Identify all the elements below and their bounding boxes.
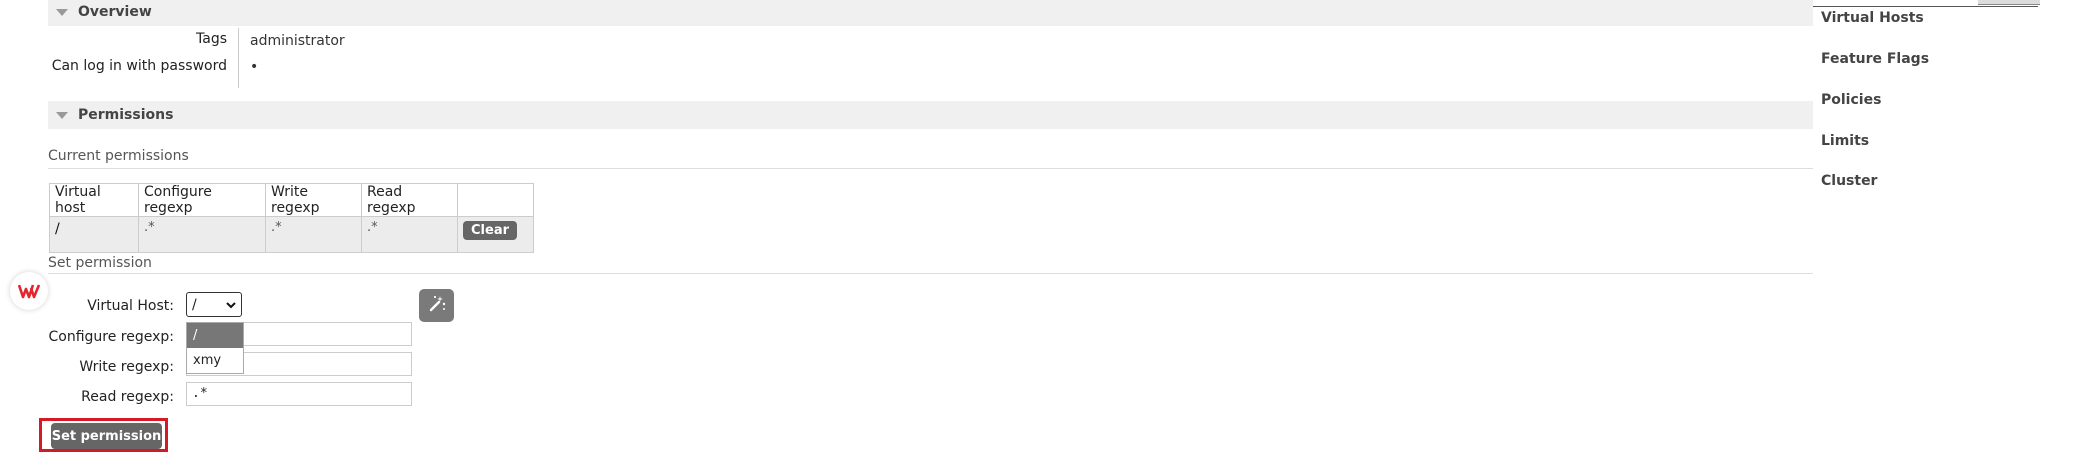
top-right-button[interactable] <box>1978 0 2040 5</box>
chevron-down-icon <box>226 297 236 313</box>
password-label: Can log in with password <box>51 58 227 74</box>
table-header-row: Virtual host Configure regexp Write rege… <box>49 183 534 217</box>
set-permission-highlight: Set permission <box>39 418 168 452</box>
tags-value: administrator <box>250 33 345 49</box>
sidebar-item-policies[interactable]: Policies <box>1821 92 1881 108</box>
write-regexp-label: Write regexp: <box>79 359 174 375</box>
vhost-label: Virtual Host: <box>87 298 174 314</box>
cell-virtual-host: / <box>49 216 139 253</box>
permissions-section-header[interactable]: Permissions <box>48 101 1813 129</box>
password-value: • <box>250 59 259 75</box>
sidebar-item-cluster[interactable]: Cluster <box>1821 173 1877 189</box>
cell-write-regexp: .* <box>265 216 362 253</box>
header-virtual-host: Virtual host <box>49 183 139 217</box>
cell-actions: Clear <box>457 216 534 253</box>
wps-logo-icon[interactable] <box>10 272 48 310</box>
configure-regexp-label: Configure regexp: <box>48 329 174 345</box>
sidebar-item-limits[interactable]: Limits <box>1821 133 1869 149</box>
header-configure-regexp: Configure regexp <box>138 183 266 217</box>
overview-separator <box>238 28 239 88</box>
overview-section-header[interactable]: Overview <box>48 0 1813 26</box>
vhost-option[interactable]: / <box>187 323 243 348</box>
magic-wand-button[interactable] <box>419 289 454 322</box>
triangle-down-icon <box>56 8 68 16</box>
tags-label: Tags <box>196 31 227 47</box>
current-permissions-title: Current permissions <box>48 148 189 164</box>
magic-wand-icon <box>427 294 447 318</box>
table-row: / .* .* .* Clear <box>49 216 534 253</box>
permissions-table: Virtual host Configure regexp Write rege… <box>49 183 534 253</box>
overview-title: Overview <box>78 4 152 20</box>
cell-configure-regexp: .* <box>138 216 266 253</box>
set-permission-title: Set permission <box>48 255 152 271</box>
triangle-down-icon <box>56 111 68 119</box>
header-write-regexp: Write regexp <box>265 183 362 217</box>
cell-read-regexp: .* <box>361 216 458 253</box>
permissions-title: Permissions <box>78 107 174 123</box>
set-permission-divider <box>48 273 1813 274</box>
header-actions <box>457 183 534 217</box>
sidebar-item-virtual-hosts[interactable]: Virtual Hosts <box>1821 10 1924 26</box>
current-permissions-divider <box>48 168 1813 169</box>
vhost-option[interactable]: xmy <box>187 348 243 373</box>
set-permission-button[interactable]: Set permission <box>51 423 162 449</box>
read-regexp-field[interactable]: .* <box>186 382 412 406</box>
header-read-regexp: Read regexp <box>361 183 458 217</box>
vhost-dropdown-list: / xmy <box>186 322 244 374</box>
vhost-select[interactable]: / <box>186 292 242 317</box>
clear-button[interactable]: Clear <box>463 221 517 240</box>
vhost-selected-value: / <box>192 296 197 313</box>
sidebar-item-feature-flags[interactable]: Feature Flags <box>1821 51 1929 67</box>
read-regexp-label: Read regexp: <box>81 389 174 405</box>
